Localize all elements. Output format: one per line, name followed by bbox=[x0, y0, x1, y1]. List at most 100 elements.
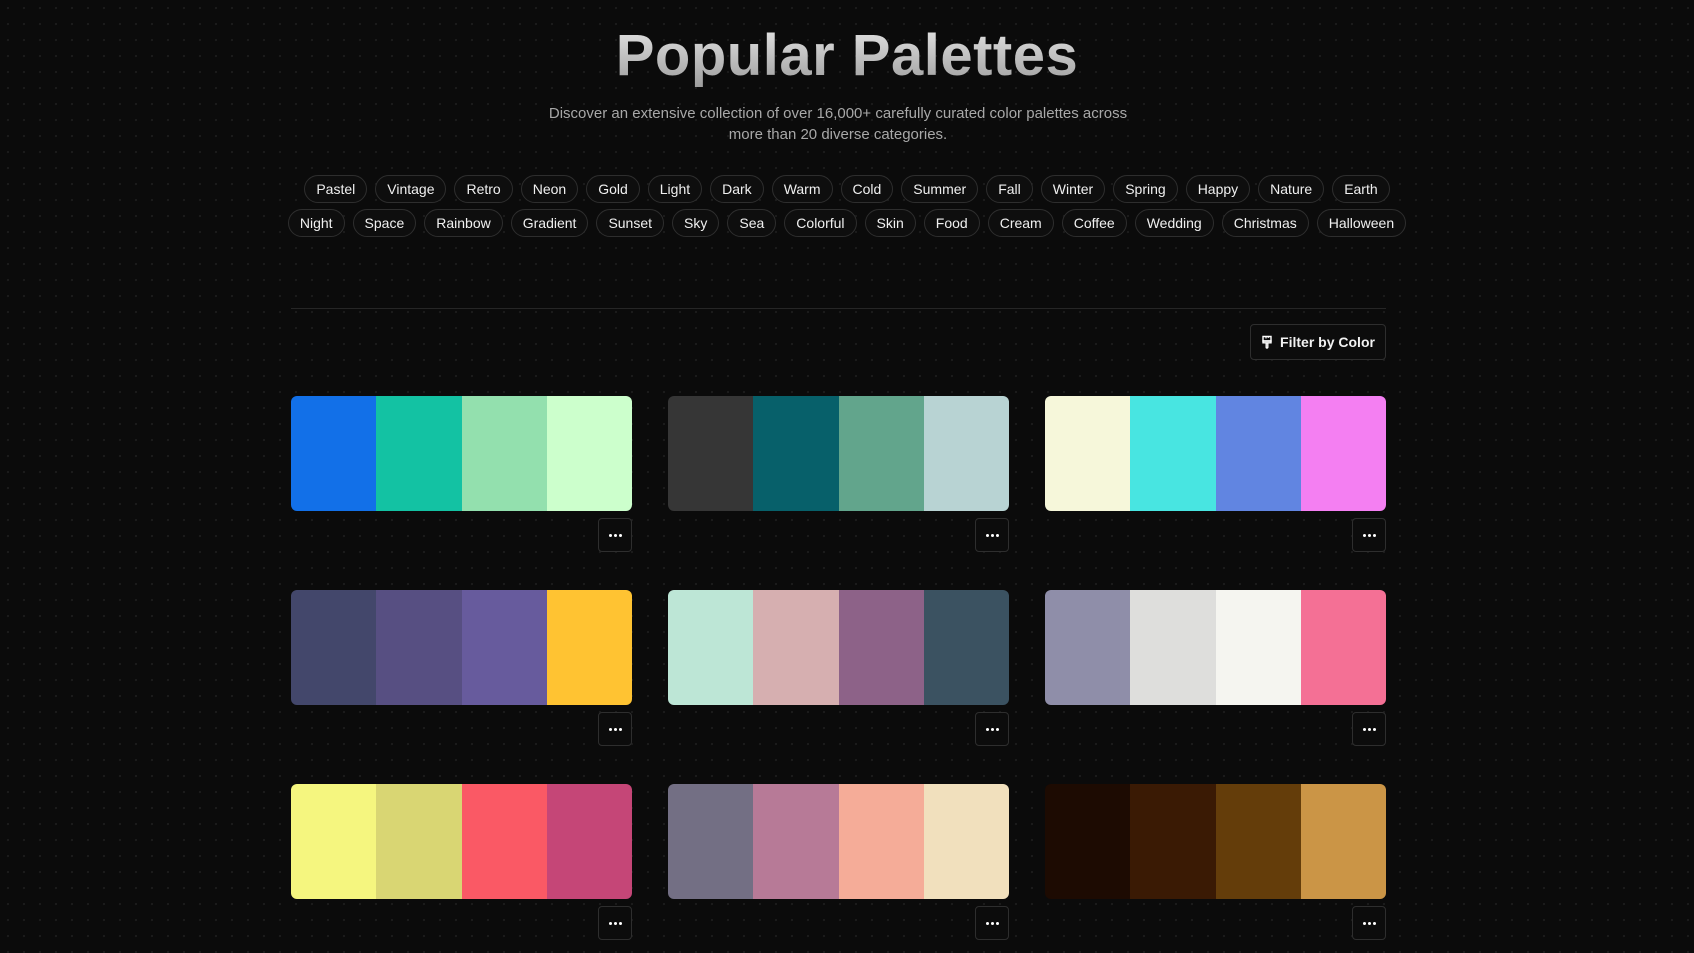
color-swatch[interactable] bbox=[923, 784, 1009, 899]
ellipsis-icon bbox=[1362, 533, 1376, 537]
category-tag-vintage[interactable]: Vintage bbox=[375, 175, 447, 203]
filter-by-color-button[interactable]: Filter by Color bbox=[1250, 324, 1386, 360]
category-tag-gold[interactable]: Gold bbox=[586, 175, 640, 203]
color-swatch[interactable] bbox=[546, 590, 632, 705]
color-swatch[interactable] bbox=[1215, 784, 1301, 899]
color-swatch[interactable] bbox=[461, 784, 547, 899]
ellipsis-icon bbox=[608, 727, 622, 731]
filter-by-color-label: Filter by Color bbox=[1280, 334, 1375, 350]
color-swatch[interactable] bbox=[291, 784, 377, 899]
palette-grid bbox=[291, 396, 1386, 942]
color-swatch[interactable] bbox=[1215, 396, 1301, 511]
category-tag-retro[interactable]: Retro bbox=[454, 175, 513, 203]
color-swatch[interactable] bbox=[291, 590, 377, 705]
palette-swatches[interactable] bbox=[668, 784, 1009, 899]
category-tag-dark[interactable]: Dark bbox=[710, 175, 764, 203]
category-tag-halloween[interactable]: Halloween bbox=[1316, 209, 1407, 237]
palette-swatches[interactable] bbox=[291, 590, 632, 705]
palette-more-button[interactable] bbox=[975, 712, 1009, 746]
category-tag-sky[interactable]: Sky bbox=[672, 209, 720, 237]
color-swatch[interactable] bbox=[838, 590, 924, 705]
color-swatch[interactable] bbox=[668, 590, 754, 705]
category-tag-spring[interactable]: Spring bbox=[1113, 175, 1178, 203]
category-tag-neon[interactable]: Neon bbox=[520, 175, 579, 203]
category-tag-fall[interactable]: Fall bbox=[986, 175, 1033, 203]
category-tag-light[interactable]: Light bbox=[647, 175, 703, 203]
color-swatch[interactable] bbox=[1045, 396, 1131, 511]
ellipsis-icon bbox=[985, 921, 999, 925]
category-tag-wedding[interactable]: Wedding bbox=[1134, 209, 1214, 237]
category-tag-colorful[interactable]: Colorful bbox=[784, 209, 857, 237]
color-swatch[interactable] bbox=[461, 396, 547, 511]
palette-more-button[interactable] bbox=[598, 518, 632, 552]
palette-card bbox=[291, 396, 632, 554]
color-swatch[interactable] bbox=[923, 590, 1009, 705]
color-swatch[interactable] bbox=[1300, 396, 1386, 511]
color-swatch[interactable] bbox=[1130, 396, 1216, 511]
color-swatch[interactable] bbox=[546, 784, 632, 899]
color-swatch[interactable] bbox=[291, 396, 377, 511]
category-tag-happy[interactable]: Happy bbox=[1185, 175, 1251, 203]
category-tag-night[interactable]: Night bbox=[287, 209, 345, 237]
palette-card bbox=[1045, 396, 1386, 554]
category-tag-food[interactable]: Food bbox=[923, 209, 980, 237]
category-tag-coffee[interactable]: Coffee bbox=[1061, 209, 1127, 237]
palette-more-button[interactable] bbox=[1352, 518, 1386, 552]
color-swatch[interactable] bbox=[376, 784, 462, 899]
palette-swatches[interactable] bbox=[291, 396, 632, 511]
category-tag-skin[interactable]: Skin bbox=[864, 209, 916, 237]
palette-more-button[interactable] bbox=[975, 518, 1009, 552]
color-swatch[interactable] bbox=[838, 784, 924, 899]
color-swatch[interactable] bbox=[753, 784, 839, 899]
category-tag-winter[interactable]: Winter bbox=[1040, 175, 1106, 203]
ellipsis-icon bbox=[608, 921, 622, 925]
color-swatch[interactable] bbox=[1300, 590, 1386, 705]
ellipsis-icon bbox=[1362, 921, 1376, 925]
palette-swatches[interactable] bbox=[1045, 590, 1386, 705]
color-swatch[interactable] bbox=[1215, 590, 1301, 705]
page-title: Popular Palettes bbox=[0, 22, 1694, 90]
color-swatch[interactable] bbox=[668, 396, 754, 511]
category-tag-earth[interactable]: Earth bbox=[1332, 175, 1390, 203]
category-tag-sunset[interactable]: Sunset bbox=[596, 209, 665, 237]
color-swatch[interactable] bbox=[1300, 784, 1386, 899]
color-swatch[interactable] bbox=[1130, 784, 1216, 899]
palette-more-button[interactable] bbox=[1352, 906, 1386, 940]
color-swatch[interactable] bbox=[753, 590, 839, 705]
category-tag-christmas[interactable]: Christmas bbox=[1221, 209, 1309, 237]
color-swatch[interactable] bbox=[461, 590, 547, 705]
color-swatch[interactable] bbox=[838, 396, 924, 511]
palette-swatches[interactable] bbox=[668, 396, 1009, 511]
palette-more-button[interactable] bbox=[1352, 712, 1386, 746]
category-tag-sea[interactable]: Sea bbox=[727, 209, 777, 237]
color-swatch[interactable] bbox=[1130, 590, 1216, 705]
palette-card bbox=[1045, 590, 1386, 748]
category-tag-nature[interactable]: Nature bbox=[1258, 175, 1325, 203]
color-swatch[interactable] bbox=[376, 590, 462, 705]
category-tag-summer[interactable]: Summer bbox=[901, 175, 979, 203]
category-tag-warm[interactable]: Warm bbox=[771, 175, 833, 203]
palette-more-button[interactable] bbox=[975, 906, 1009, 940]
category-tag-cold[interactable]: Cold bbox=[840, 175, 894, 203]
palette-more-button[interactable] bbox=[598, 906, 632, 940]
palette-card bbox=[668, 784, 1009, 942]
section-divider bbox=[291, 308, 1386, 309]
color-swatch[interactable] bbox=[546, 396, 632, 511]
category-tag-space[interactable]: Space bbox=[352, 209, 417, 237]
category-tag-gradient[interactable]: Gradient bbox=[510, 209, 589, 237]
category-tag-cream[interactable]: Cream bbox=[987, 209, 1054, 237]
color-swatch[interactable] bbox=[1045, 590, 1131, 705]
palette-swatches[interactable] bbox=[668, 590, 1009, 705]
category-tag-rainbow[interactable]: Rainbow bbox=[424, 209, 503, 237]
palette-swatches[interactable] bbox=[1045, 396, 1386, 511]
color-swatch[interactable] bbox=[376, 396, 462, 511]
color-swatch[interactable] bbox=[923, 396, 1009, 511]
color-swatch[interactable] bbox=[1045, 784, 1131, 899]
color-swatch[interactable] bbox=[753, 396, 839, 511]
palette-more-button[interactable] bbox=[598, 712, 632, 746]
palette-swatches[interactable] bbox=[291, 784, 632, 899]
palette-swatches[interactable] bbox=[1045, 784, 1386, 899]
category-tag-pastel[interactable]: Pastel bbox=[304, 175, 368, 203]
ellipsis-icon bbox=[1362, 727, 1376, 731]
color-swatch[interactable] bbox=[668, 784, 754, 899]
